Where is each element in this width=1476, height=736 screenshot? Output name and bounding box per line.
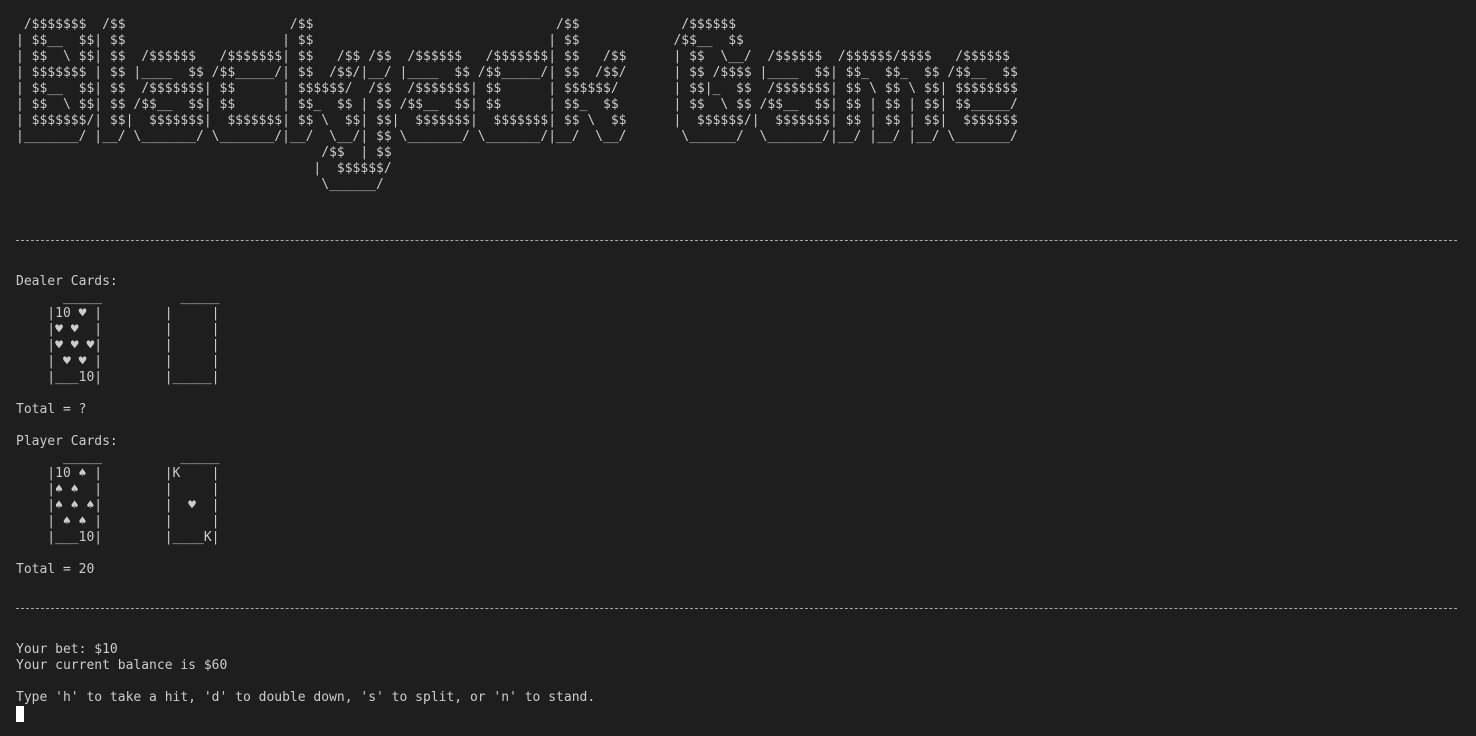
separator-bottom	[16, 608, 1457, 609]
terminal-window[interactable]: /$$$$$$$ /$$ /$$ /$$ /$$$$$$ | $$__ $$| …	[0, 0, 1476, 736]
player-cards-label: Player Cards:	[16, 434, 118, 449]
bet-amount: Your bet: $10	[16, 642, 118, 657]
blackjack-game-banner: /$$$$$$$ /$$ /$$ /$$ /$$$$$$ | $$__ $$| …	[16, 17, 1018, 192]
player-total: Total = 20	[16, 562, 95, 577]
balance-amount: Your current balance is $60	[16, 658, 228, 673]
dealer-cards: _____ _____ |10 ♥ | | | |♥ ♥ | | | |♥ ♥ …	[47, 290, 220, 385]
input-cursor[interactable]	[16, 706, 24, 722]
dealer-cards-label: Dealer Cards:	[16, 274, 118, 289]
player-cards: _____ _____ |10 ♠ | |K | |♠ ♠ | | | |♠ ♠…	[47, 450, 220, 545]
separator-top	[16, 240, 1457, 241]
dealer-total: Total = ?	[16, 402, 87, 417]
action-prompt: Type 'h' to take a hit, 'd' to double do…	[16, 690, 596, 705]
